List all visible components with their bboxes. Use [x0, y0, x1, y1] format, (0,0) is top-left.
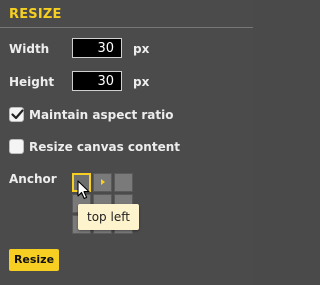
- width-unit: px: [133, 42, 150, 56]
- height-label: Height: [9, 75, 55, 89]
- panel-title: RESIZE: [9, 7, 62, 22]
- height-unit: px: [133, 75, 150, 89]
- width-label: Width: [9, 42, 50, 56]
- width-input[interactable]: [72, 38, 122, 58]
- resize-canvas-checkbox[interactable]: [9, 139, 24, 154]
- arrow-right-icon: [101, 179, 105, 185]
- mouse-cursor-icon: [77, 180, 90, 200]
- resize-canvas-label: Resize canvas content: [29, 140, 180, 154]
- title-divider: [0, 27, 253, 28]
- anchor-top-right[interactable]: [114, 173, 133, 192]
- maintain-aspect-label: Maintain aspect ratio: [29, 108, 174, 122]
- maintain-aspect-checkbox[interactable]: [9, 107, 24, 122]
- resize-button[interactable]: Resize: [9, 249, 59, 271]
- checkmark-icon: [11, 109, 24, 120]
- resize-panel: RESIZE Width px Height px Maintain aspec…: [0, 0, 253, 285]
- height-input[interactable]: [72, 71, 122, 91]
- anchor-label: Anchor: [9, 172, 57, 186]
- anchor-top-center[interactable]: [93, 173, 112, 192]
- anchor-tooltip: top left: [78, 204, 139, 230]
